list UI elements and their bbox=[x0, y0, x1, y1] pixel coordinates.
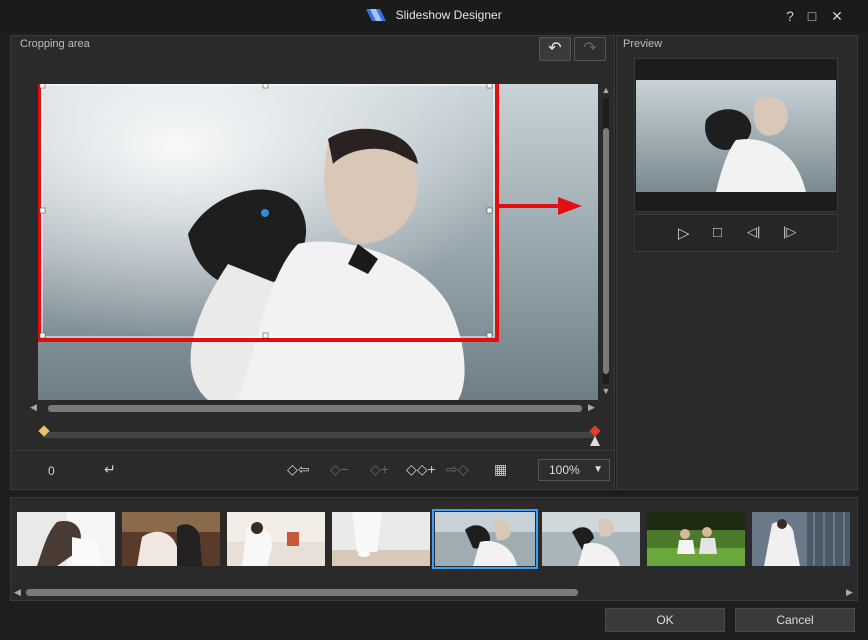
preview-controls bbox=[634, 214, 838, 252]
crop-toolbar bbox=[10, 450, 615, 490]
thumbnail-slide-8[interactable] bbox=[752, 512, 850, 566]
ok-button[interactable]: OK bbox=[605, 608, 725, 632]
stop-icon[interactable]: □ bbox=[713, 224, 722, 241]
scroll-thumb[interactable] bbox=[26, 589, 578, 596]
close-icon[interactable]: ✕ bbox=[829, 8, 845, 24]
preview-label: Preview bbox=[623, 38, 663, 50]
keyframe-timeline[interactable] bbox=[44, 432, 596, 438]
scroll-up-icon[interactable]: ▲ bbox=[601, 85, 611, 95]
redo-button[interactable]: ↷ bbox=[574, 37, 606, 61]
fit-to-frame-icon[interactable]: ▦ bbox=[494, 461, 507, 478]
play-icon[interactable]: ▷ bbox=[678, 224, 690, 242]
canvas-vertical-scrollbar[interactable]: ▲ ▼ bbox=[601, 85, 611, 398]
chevron-down-icon: ▼ bbox=[593, 464, 603, 475]
previous-keyframe-icon[interactable]: ◇⇦ bbox=[287, 461, 310, 478]
thumbnail-slide-3[interactable] bbox=[227, 512, 325, 566]
thumbnail-slide-6[interactable] bbox=[542, 512, 640, 566]
crop-canvas[interactable] bbox=[38, 84, 598, 400]
thumbnail-slide-1[interactable] bbox=[17, 512, 115, 566]
next-frame-icon[interactable]: |▷ bbox=[783, 224, 796, 240]
add-keyframe-icon[interactable]: ◇+ bbox=[370, 461, 389, 478]
undo-button[interactable]: ↶ bbox=[539, 37, 571, 61]
enter-position-icon[interactable]: ↵ bbox=[104, 461, 116, 478]
cropping-area-label: Cropping area bbox=[20, 38, 90, 50]
previous-frame-icon[interactable]: ◁| bbox=[747, 224, 760, 240]
crop-overlay bbox=[38, 84, 582, 342]
scroll-down-icon[interactable]: ▼ bbox=[601, 386, 611, 396]
scroll-thumb[interactable] bbox=[603, 128, 609, 374]
cancel-button[interactable]: Cancel bbox=[735, 608, 855, 632]
zoom-value: 100% bbox=[549, 463, 580, 477]
remove-keyframe-icon[interactable]: ◇− bbox=[330, 461, 349, 478]
scroll-left-icon[interactable]: ◀ bbox=[14, 587, 21, 598]
window-title-area: Slideshow Designer bbox=[0, 8, 868, 22]
canvas-horizontal-scrollbar[interactable]: ◀ ▶ bbox=[30, 402, 598, 414]
scroll-right-icon[interactable]: ▶ bbox=[588, 402, 595, 413]
app-logo-icon bbox=[366, 9, 387, 21]
position-value: 0 bbox=[48, 464, 55, 478]
title-bar: Slideshow Designer ? □ ✕ bbox=[0, 0, 868, 32]
maximize-icon[interactable]: □ bbox=[804, 8, 820, 24]
thumbnail-scrollbar[interactable]: ◀ ▶ bbox=[14, 587, 856, 597]
thumbnail-slide-2[interactable] bbox=[122, 512, 220, 566]
duplicate-keyframe-icon[interactable]: ◇◇+ bbox=[406, 461, 436, 478]
preview-image bbox=[636, 80, 836, 192]
next-keyframe-icon[interactable]: ⇨◇ bbox=[446, 461, 469, 478]
scroll-thumb[interactable] bbox=[48, 405, 582, 412]
help-icon[interactable]: ? bbox=[782, 8, 798, 24]
thumbnail-slide-5[interactable] bbox=[432, 509, 538, 569]
thumbnail-slide-7[interactable] bbox=[647, 512, 745, 566]
scroll-left-icon[interactable]: ◀ bbox=[30, 402, 37, 413]
zoom-select[interactable]: 100% ▼ bbox=[538, 459, 610, 481]
playhead-marker-icon[interactable] bbox=[590, 436, 600, 446]
scroll-right-icon[interactable]: ▶ bbox=[846, 587, 853, 598]
window-title: Slideshow Designer bbox=[395, 8, 502, 22]
thumbnail-slide-4[interactable] bbox=[332, 512, 430, 566]
